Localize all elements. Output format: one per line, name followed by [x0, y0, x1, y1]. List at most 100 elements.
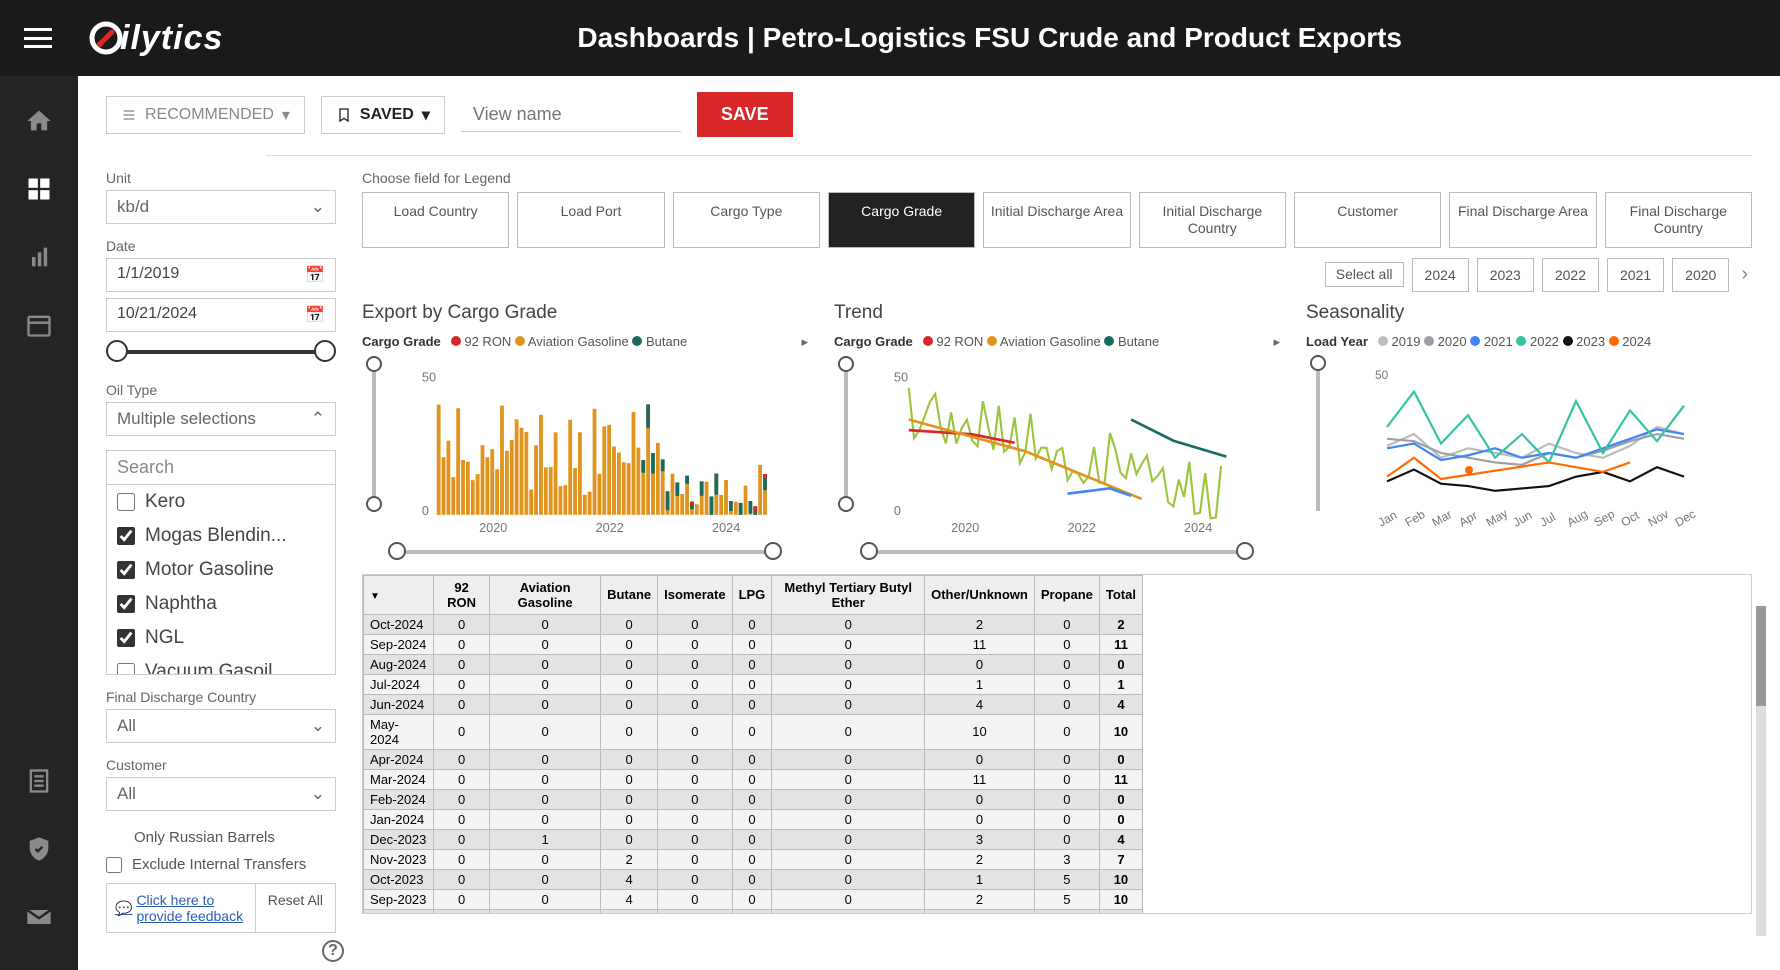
hamburger-menu-icon[interactable] — [24, 28, 52, 48]
oiltype-search-input[interactable]: Search — [106, 450, 336, 485]
legend-field-button[interactable]: Load Port — [517, 192, 664, 248]
trend-chart[interactable]: 500202020222024 — [834, 356, 1280, 536]
table-header[interactable]: 92 RON — [434, 575, 490, 614]
unit-select[interactable]: kb/d⌄ — [106, 190, 336, 224]
table-row: Nov-2023002000237 — [364, 849, 1143, 869]
trend-chart-legend: Cargo Grade 92 RON Aviation Gasoline But… — [834, 334, 1280, 350]
legend-field-button[interactable]: Customer — [1294, 192, 1441, 248]
legend-field-label: Choose field for Legend — [362, 170, 1752, 186]
table-header[interactable]: Aviation Gasoline — [490, 575, 601, 614]
year-selector-row: Select all 20242023202220212020 › — [362, 258, 1752, 292]
table-header[interactable]: Isomerate — [658, 575, 732, 614]
recommended-dropdown[interactable]: RECOMMENDED ▾ — [106, 96, 305, 134]
table-row: Mar-202400000011011 — [364, 769, 1143, 789]
calendar-icon: 📅 — [305, 305, 325, 325]
customer-select[interactable]: All⌄ — [106, 777, 336, 811]
export-chart-card: Export by Cargo Grade Cargo Grade 92 RON… — [362, 302, 808, 562]
scrollbar[interactable] — [1756, 606, 1766, 936]
chevron-up-icon: ⌃ — [311, 409, 325, 429]
bookmark-icon — [336, 106, 352, 124]
save-button[interactable]: SAVE — [697, 92, 793, 137]
filter-options: Only Russian Barrels Exclude Internal Tr… — [106, 829, 336, 933]
legend-field-button[interactable]: Initial Discharge Area — [983, 192, 1130, 248]
legend-field-button[interactable]: Load Country — [362, 192, 509, 248]
oiltype-option[interactable]: Motor Gasoline — [107, 553, 335, 587]
year-button[interactable]: 2023 — [1477, 258, 1534, 292]
mail-icon[interactable] — [24, 902, 54, 932]
top-bar: ilytics Dashboards | Petro-Logistics FSU… — [0, 0, 1780, 76]
table-header[interactable]: Other/Unknown — [925, 575, 1035, 614]
trend-chart-title: Trend — [834, 302, 1280, 324]
fdc-select[interactable]: All⌄ — [106, 709, 336, 743]
table-header[interactable]: Propane — [1034, 575, 1099, 614]
export-chart-hslider[interactable] — [388, 542, 782, 562]
legend-field-button[interactable]: Final Discharge Country — [1605, 192, 1752, 248]
table-row: Sep-20230040002510 — [364, 889, 1143, 909]
date-from-input[interactable]: 1/1/2019📅 — [106, 258, 336, 292]
charts-row: Export by Cargo Grade Cargo Grade 92 RON… — [362, 302, 1752, 562]
export-chart-legend: Cargo Grade 92 RON Aviation Gasoline But… — [362, 334, 808, 350]
table-header[interactable]: Total — [1099, 575, 1142, 614]
table-row: Dec-2023010000304 — [364, 829, 1143, 849]
calendar-icon: 📅 — [305, 265, 325, 285]
filters-panel: Unit kb/d⌄ Date 1/1/2019📅 10/21/2024📅 Oi… — [106, 170, 336, 933]
reports-icon[interactable] — [24, 242, 54, 272]
help-icon[interactable]: ? — [322, 940, 344, 962]
legend-field-button[interactable]: Final Discharge Area — [1449, 192, 1596, 248]
date-range-slider[interactable] — [106, 338, 336, 368]
data-table-wrapper[interactable]: ▼92 RONAviation GasolineButaneIsomerateL… — [362, 574, 1752, 914]
feedback-link[interactable]: 💬Click here to provide feedback — [107, 884, 255, 932]
svg-text:2020: 2020 — [479, 520, 507, 534]
reset-all-button[interactable]: Reset All — [255, 884, 335, 932]
table-header[interactable]: Methyl Tertiary Butyl Ether — [772, 575, 925, 614]
dashboards-icon[interactable] — [24, 174, 54, 204]
table-header[interactable]: LPG — [732, 575, 772, 614]
oiltype-option[interactable]: Naphtha — [107, 587, 335, 621]
saved-dropdown[interactable]: SAVED ▾ — [321, 96, 445, 134]
only-russian-row: Only Russian Barrels — [106, 829, 336, 846]
home-icon[interactable] — [24, 106, 54, 136]
page-title: Dashboards | Petro-Logistics FSU Crude a… — [223, 22, 1756, 54]
oiltype-option[interactable]: Kero — [107, 485, 335, 519]
table-row: Oct-20230040001510 — [364, 869, 1143, 889]
oiltype-select[interactable]: Multiple selections⌃ — [106, 402, 336, 436]
legend-next-icon[interactable]: ▸ — [1273, 334, 1280, 350]
export-chart[interactable]: 500202020222024 — [362, 356, 808, 536]
oiltype-option[interactable]: Vacuum Gasoil — [107, 655, 335, 675]
chevron-down-icon: ▾ — [282, 105, 290, 125]
year-button[interactable]: 2020 — [1672, 258, 1729, 292]
toolbar-divider — [266, 155, 1752, 156]
year-next-icon[interactable]: › — [1737, 263, 1752, 286]
fdc-label: Final Discharge Country — [106, 689, 336, 705]
svg-text:2022: 2022 — [1068, 520, 1096, 534]
table-header[interactable]: ▼ — [364, 575, 434, 614]
receipt-icon[interactable] — [24, 766, 54, 796]
table-row: Sep-202400000011011 — [364, 634, 1143, 654]
main-content: RECOMMENDED ▾ SAVED ▾ SAVE Unit kb/d⌄ Da… — [78, 76, 1780, 970]
legend-field-buttons: Load CountryLoad PortCargo TypeCargo Gra… — [362, 192, 1752, 248]
svg-text:50: 50 — [422, 370, 436, 384]
legend-field-button[interactable]: Initial Discharge Country — [1139, 192, 1286, 248]
exclude-internal-checkbox[interactable]: Exclude Internal Transfers — [106, 856, 336, 873]
year-select-all-button[interactable]: Select all — [1325, 262, 1404, 287]
trend-chart-card: Trend Cargo Grade 92 RON Aviation Gasoli… — [834, 302, 1280, 562]
table-row: Jan-2024000000000 — [364, 809, 1143, 829]
seasonality-chart-card: Seasonality Load Year 2019 2020 2021 202… — [1306, 302, 1752, 562]
legend-next-icon[interactable]: ▸ — [801, 334, 808, 350]
trend-chart-hslider[interactable] — [860, 542, 1254, 562]
table-header[interactable]: Butane — [601, 575, 658, 614]
oiltype-option[interactable]: Mogas Blendin... — [107, 519, 335, 553]
year-button[interactable]: 2022 — [1542, 258, 1599, 292]
legend-field-button[interactable]: Cargo Grade — [828, 192, 975, 248]
oiltype-option[interactable]: NGL — [107, 621, 335, 655]
year-button[interactable]: 2024 — [1412, 258, 1469, 292]
seasonality-chart[interactable]: 50JanFebMarAprMayJunJulAugSepOctNovDec — [1306, 355, 1752, 535]
date-to-input[interactable]: 10/21/2024📅 — [106, 298, 336, 332]
shield-icon[interactable] — [24, 834, 54, 864]
view-name-input[interactable] — [461, 98, 681, 132]
table-row: Aug-2024000000000 — [364, 654, 1143, 674]
calendar-icon[interactable] — [24, 310, 54, 340]
table-row: Jul-2024000000101 — [364, 674, 1143, 694]
year-button[interactable]: 2021 — [1607, 258, 1664, 292]
legend-field-button[interactable]: Cargo Type — [673, 192, 820, 248]
